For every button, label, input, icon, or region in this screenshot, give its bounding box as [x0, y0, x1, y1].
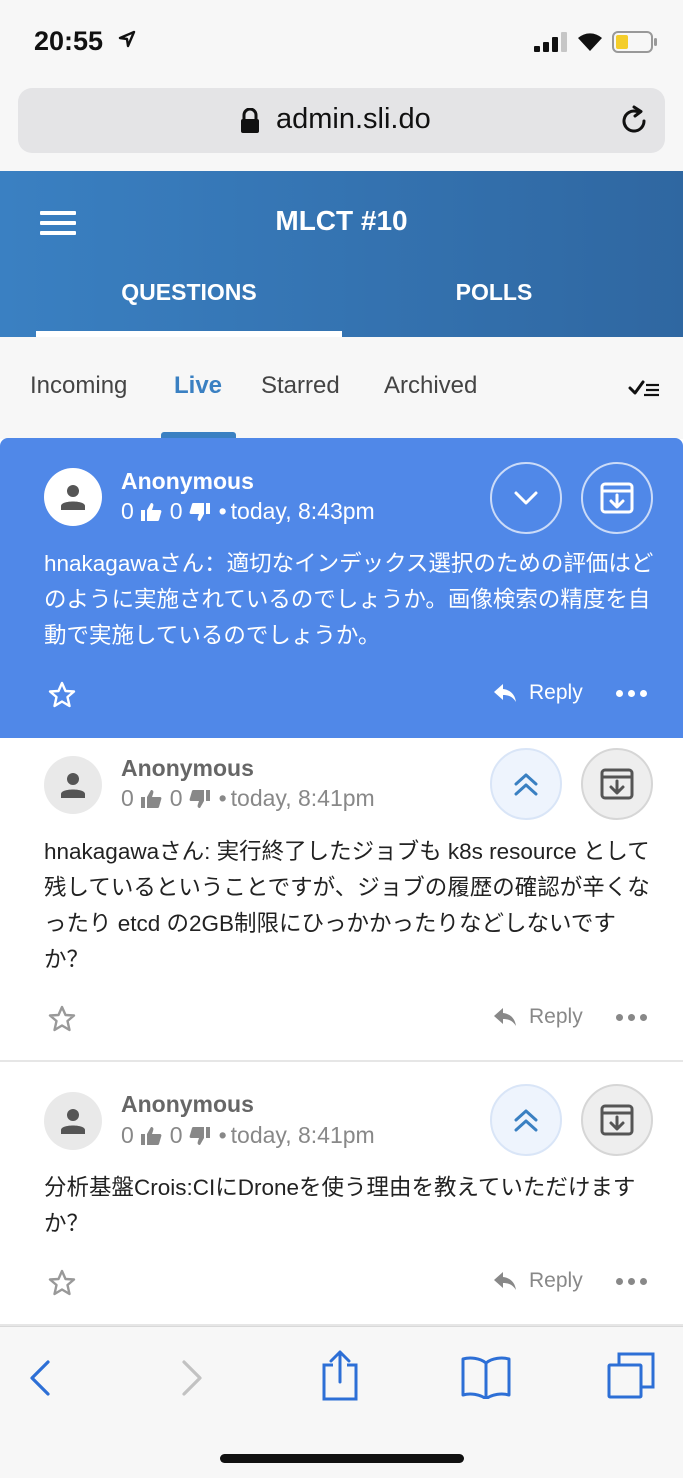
thumbs-up-icon[interactable]	[140, 1126, 162, 1146]
archive-button[interactable]	[581, 748, 653, 820]
dislike-count: 0	[169, 498, 183, 524]
question-card[interactable]: Anonymous 0 0 • today, 8:41pm 分析基盤Crois:…	[0, 1062, 683, 1326]
bulk-select-icon[interactable]	[628, 377, 660, 399]
app-header: MLCT #10 QUESTIONS POLLS	[0, 171, 683, 337]
archive-icon	[600, 1104, 634, 1136]
home-indicator	[220, 1454, 464, 1463]
star-icon[interactable]	[48, 1005, 76, 1032]
reply-button[interactable]: Reply	[493, 1269, 583, 1293]
more-icon[interactable]	[616, 690, 647, 697]
archive-button[interactable]	[581, 462, 653, 534]
location-arrow-icon	[118, 30, 136, 48]
chevron-down-icon	[514, 491, 538, 505]
avatar-person-icon	[61, 1109, 85, 1134]
tabs-icon[interactable]	[606, 1351, 656, 1399]
archive-button[interactable]	[581, 1084, 653, 1156]
star-icon[interactable]	[48, 1269, 76, 1296]
browser-toolbar	[0, 1326, 683, 1478]
like-count: 0	[121, 1122, 134, 1148]
highlight-button[interactable]	[490, 748, 562, 820]
forward-icon[interactable]	[180, 1359, 204, 1397]
more-icon[interactable]	[616, 1014, 647, 1021]
thumbs-down-icon[interactable]	[189, 502, 211, 522]
question-text: hnakagawaさん：適切なインデックス選択のための評価はどのように実施されて…	[44, 551, 654, 648]
dislike-count: 0	[169, 1122, 183, 1148]
avatar-person-icon	[61, 773, 85, 798]
status-bar: 20:55	[0, 0, 683, 82]
question-author: Anonymous	[121, 755, 254, 781]
question-meta: 0 0 • today, 8:43pm	[121, 498, 375, 524]
thumbs-down-icon[interactable]	[189, 1126, 211, 1146]
avatar	[44, 1092, 102, 1150]
reply-label: Reply	[529, 1005, 583, 1028]
page-title: MLCT #10	[275, 205, 408, 236]
bookmarks-icon[interactable]	[460, 1355, 512, 1399]
status-time: 20:55	[34, 26, 104, 56]
tab-questions[interactable]: QUESTIONS	[36, 279, 342, 306]
like-count: 0	[121, 785, 134, 811]
reply-icon	[494, 1008, 516, 1026]
reply-icon	[494, 1272, 516, 1290]
filter-tab-live[interactable]: Live	[174, 372, 222, 400]
filter-tabs: Incoming Live Starred Archived	[0, 337, 683, 439]
tab-polls[interactable]: POLLS	[341, 279, 647, 306]
reply-button[interactable]: Reply	[493, 1005, 583, 1029]
archive-icon	[600, 768, 634, 800]
wifi-icon	[578, 33, 602, 51]
more-icon[interactable]	[616, 1278, 647, 1285]
url-text: admin.sli.do	[276, 103, 431, 135]
question-meta: 0 0 • today, 8:41pm	[121, 785, 375, 811]
star-icon[interactable]	[48, 681, 76, 708]
filter-tab-incoming[interactable]: Incoming	[30, 372, 127, 400]
thumbs-up-icon[interactable]	[140, 502, 162, 522]
question-card[interactable]: Anonymous 0 0 • today, 8:41pm hnakagawaさ…	[0, 738, 683, 1062]
thumbs-up-icon[interactable]	[140, 789, 162, 809]
browser-address-area: admin.sli.do	[0, 82, 683, 171]
reply-icon	[494, 684, 516, 702]
question-author: Anonymous	[121, 1091, 254, 1117]
avatar	[44, 468, 102, 526]
double-chevron-up-icon	[514, 773, 538, 796]
reply-label: Reply	[529, 681, 583, 704]
filter-tab-archived[interactable]: Archived	[384, 372, 477, 400]
question-time: today, 8:41pm	[230, 1122, 375, 1148]
address-bar[interactable]: admin.sli.do	[18, 88, 665, 153]
reload-icon[interactable]	[618, 104, 650, 136]
reply-label: Reply	[529, 1269, 583, 1292]
question-time: today, 8:43pm	[230, 498, 375, 524]
back-icon[interactable]	[28, 1359, 52, 1397]
question-meta: 0 0 • today, 8:41pm	[121, 1122, 375, 1148]
filter-tab-starred[interactable]: Starred	[261, 372, 340, 400]
question-text: hnakagawaさん: 実行終了したジョブも k8s resource として…	[44, 839, 650, 972]
highlight-button[interactable]	[490, 1084, 562, 1156]
question-author: Anonymous	[121, 468, 254, 494]
like-count: 0	[121, 498, 134, 524]
double-chevron-up-icon	[514, 1109, 538, 1132]
question-text: 分析基盤Crois:CIにDroneを使う理由を教えていただけますか？	[44, 1175, 636, 1236]
reply-button[interactable]: Reply	[493, 681, 583, 705]
signal-icon	[534, 32, 567, 52]
lock-icon	[241, 108, 259, 133]
question-card[interactable]: Anonymous 0 0 • today, 8:43pm hnakagawaさ…	[0, 438, 683, 738]
archive-icon	[600, 482, 634, 514]
avatar	[44, 756, 102, 814]
unhighlight-button[interactable]	[490, 462, 562, 534]
share-icon[interactable]	[320, 1349, 360, 1401]
question-time: today, 8:41pm	[230, 785, 375, 811]
battery-icon	[612, 31, 657, 53]
thumbs-down-icon[interactable]	[189, 789, 211, 809]
dislike-count: 0	[169, 785, 183, 811]
avatar-person-icon	[61, 485, 85, 510]
